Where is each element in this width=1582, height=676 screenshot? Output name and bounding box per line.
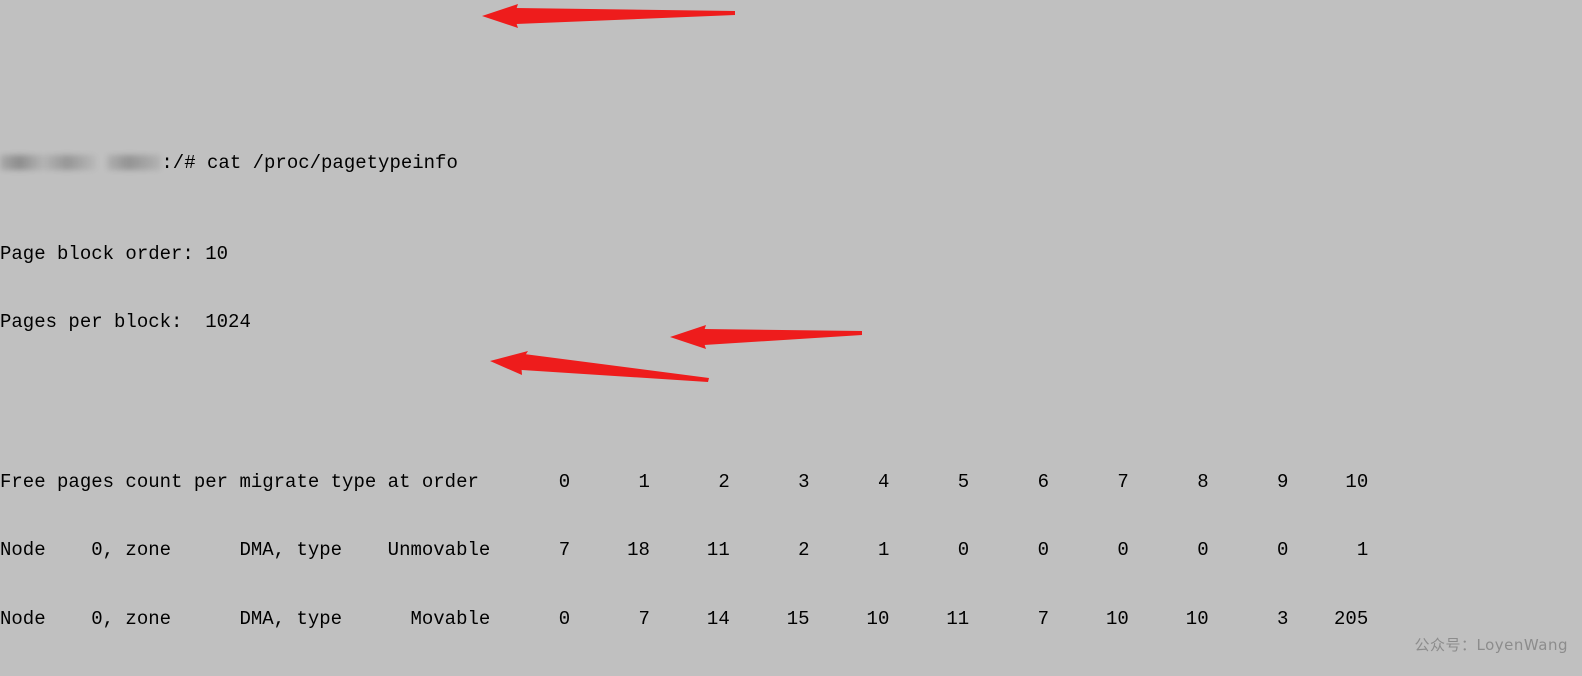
terminal-line-pages-per-block-1: Pages per block: 1024 [0, 311, 1582, 334]
row-text: Node 0, zone DMA, type Movable 0 7 14 15… [0, 607, 1369, 630]
free-pages-header-1: Free pages count per migrate type at ord… [0, 470, 1369, 493]
row-text: Node 0, zone DMA, type Unmovable 7 18 11… [0, 539, 1369, 562]
blurred-path-1 [107, 154, 162, 170]
terminal-row-unmovable-1: Node 0, zone DMA, type Unmovable 7 18 11… [0, 539, 1582, 562]
terminal-line-page-block-order-1: Page block order: 10 [0, 243, 1582, 266]
pages-per-block-1: Pages per block: 1024 [0, 311, 251, 334]
command-text-1: cat /proc/pagetypeinfo [207, 151, 458, 174]
terminal-row-movable-1: Node 0, zone DMA, type Movable 0 7 14 15… [0, 608, 1582, 631]
terminal-blank-1 [0, 380, 1582, 403]
blurred-hostname-1 [0, 154, 96, 170]
page-block-order-1: Page block order: 10 [0, 242, 229, 265]
watermark-text: 公众号：LoyenWang [1414, 636, 1568, 654]
prompt-suffix-1: :/# [161, 151, 208, 174]
terminal-screenshot: Page block order: 10 :/# cat /proc/paget… [0, 0, 1582, 676]
terminal-output[interactable]: Page block order: 10 :/# cat /proc/paget… [0, 0, 1582, 676]
terminal-prompt-line-1[interactable]: :/# cat /proc/pagetypeinfo [0, 152, 1582, 175]
terminal-line-free-header-1: Free pages count per migrate type at ord… [0, 471, 1582, 494]
